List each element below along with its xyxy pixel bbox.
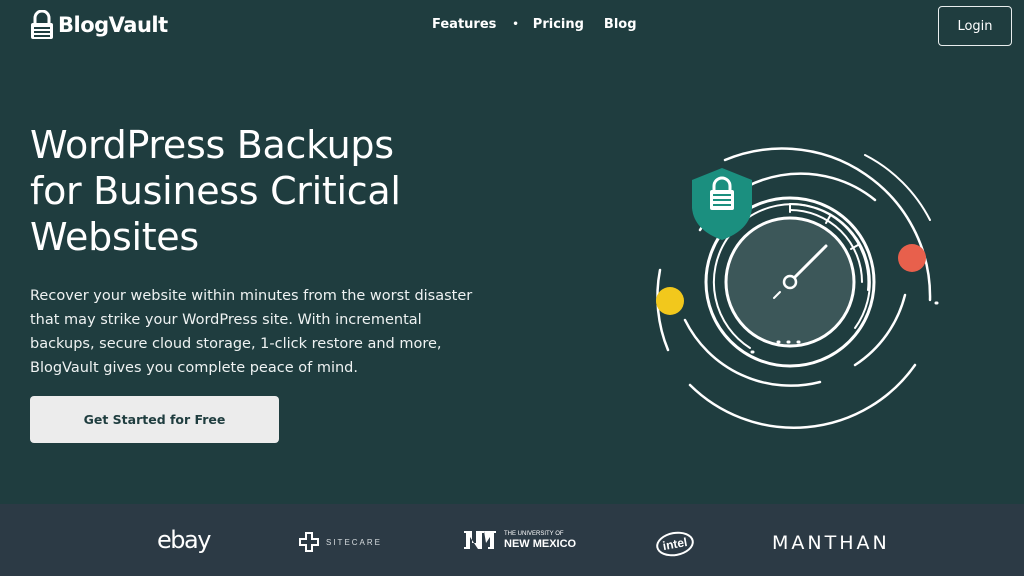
login-button[interactable]: Login: [938, 6, 1012, 46]
manthan-logo: MANTHAN: [772, 532, 890, 554]
get-started-button[interactable]: Get Started for Free: [30, 396, 279, 443]
hero-title-line: Websites: [30, 215, 199, 259]
nav-pricing[interactable]: Pricing: [533, 17, 584, 32]
hero-description-line: BlogVault gives you complete peace of mi…: [30, 360, 358, 376]
hero-title-line: WordPress Backups: [30, 123, 394, 167]
nav-dropdown-dot-icon[interactable]: •: [512, 19, 518, 30]
unm-logo: THE UNIVERSITY OF NEW MEXICO: [462, 529, 576, 551]
hero-description-line: backups, secure cloud storage, 1-click r…: [30, 336, 442, 352]
blogvault-logo[interactable]: BlogVault: [30, 9, 168, 41]
unm-text: THE UNIVERSITY OF NEW MEXICO: [504, 531, 576, 550]
hero-title: WordPress Backups for Business Critical …: [30, 122, 510, 260]
intel-logo: intel: [654, 528, 696, 560]
hero-description-line: Recover your website within minutes from…: [30, 288, 473, 304]
unm-small-text: THE UNIVERSITY OF: [504, 530, 564, 537]
hero-description-line: that may strike your WordPress site. Wit…: [30, 312, 422, 328]
nav-features[interactable]: Features: [432, 17, 496, 32]
unm-big-text: NEW MEXICO: [504, 537, 577, 550]
logo-text: BlogVault: [58, 13, 168, 37]
sitecare-logo: SITECARE: [298, 531, 382, 553]
sitecare-cross-icon: [299, 532, 319, 552]
unm-monogram-icon: [464, 531, 496, 549]
nav-blog[interactable]: Blog: [604, 17, 637, 32]
hero-title-line: for Business Critical: [30, 169, 401, 213]
main-nav: Features • Pricing Blog: [432, 17, 637, 32]
site-header: BlogVault Features • Pricing Blog Login: [0, 0, 1024, 52]
red-dot: [898, 244, 926, 272]
ebay-logo: ebay: [157, 526, 211, 554]
hero-description: Recover your website within minutes from…: [30, 284, 510, 380]
client-logos-bar: ebay SITECARE THE UNIVERSITY OF NEW MEXI…: [0, 504, 1024, 576]
sitecare-text: SITECARE: [326, 537, 383, 547]
backup-gauge-illustration: [656, 147, 939, 429]
vault-lock-icon: [31, 10, 53, 39]
yellow-dot: [656, 287, 684, 315]
